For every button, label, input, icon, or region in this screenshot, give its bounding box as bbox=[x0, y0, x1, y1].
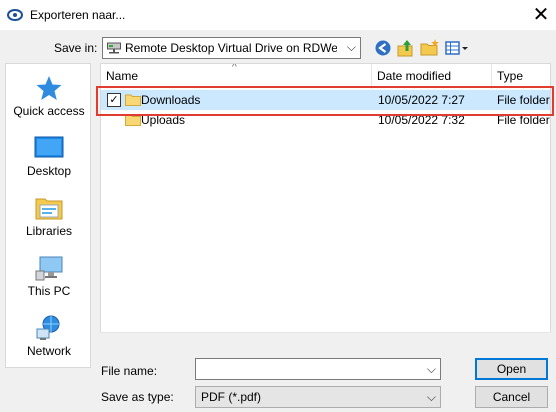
place-label: Quick access bbox=[13, 104, 85, 118]
place-label: Libraries bbox=[25, 224, 73, 238]
file-name-label: File name: bbox=[101, 364, 158, 378]
places-bar: Quick access Desktop Libraries This PC N… bbox=[5, 63, 91, 368]
place-label: This PC bbox=[27, 284, 71, 298]
open-button[interactable]: Open bbox=[475, 358, 548, 380]
libraries-icon bbox=[35, 198, 63, 220]
horizontal-scrollbar[interactable] bbox=[100, 332, 551, 349]
place-network[interactable]: Network bbox=[6, 314, 92, 370]
up-folder-icon[interactable] bbox=[396, 38, 416, 58]
save-in-label: Save in: bbox=[54, 41, 98, 55]
cancel-button[interactable]: Cancel bbox=[475, 386, 548, 408]
place-libraries[interactable]: Libraries bbox=[6, 194, 92, 250]
save-type-value: PDF (*.pdf) bbox=[201, 390, 262, 404]
chevron-down-icon: ⌵ bbox=[346, 40, 356, 54]
highlight-box bbox=[96, 86, 554, 116]
place-quick-access[interactable]: Quick access bbox=[6, 74, 92, 130]
chevron-down-icon: ⌵ bbox=[426, 362, 436, 376]
desktop-icon bbox=[34, 136, 64, 158]
place-this-pc[interactable]: This PC bbox=[6, 254, 92, 310]
new-folder-icon[interactable] bbox=[420, 38, 440, 58]
file-name-input[interactable]: ⌵ bbox=[195, 358, 441, 380]
place-label: Desktop bbox=[26, 164, 72, 178]
save-in-value: Remote Desktop Virtual Drive on RDWebCli… bbox=[125, 41, 337, 55]
save-type-dropdown[interactable]: PDF (*.pdf) ⌵ bbox=[195, 386, 441, 408]
star-icon bbox=[36, 76, 62, 100]
view-menu-icon[interactable] bbox=[444, 38, 470, 58]
network-icon bbox=[36, 315, 60, 340]
window-title: Exporteren naar... bbox=[30, 8, 126, 22]
place-label: Network bbox=[26, 344, 71, 358]
pc-icon bbox=[35, 256, 63, 281]
close-button[interactable]: ✕ bbox=[528, 2, 554, 28]
place-desktop[interactable]: Desktop bbox=[6, 134, 92, 190]
title-bar: Exporteren naar... ✕ bbox=[0, 0, 556, 30]
chevron-down-icon: ⌵ bbox=[426, 390, 436, 404]
save-type-label: Save as type: bbox=[101, 390, 174, 404]
app-icon bbox=[7, 9, 23, 21]
save-in-dropdown[interactable]: Remote Desktop Virtual Drive on RDWebCli… bbox=[102, 37, 361, 59]
back-icon[interactable] bbox=[373, 38, 393, 58]
network-drive-icon bbox=[107, 42, 121, 54]
